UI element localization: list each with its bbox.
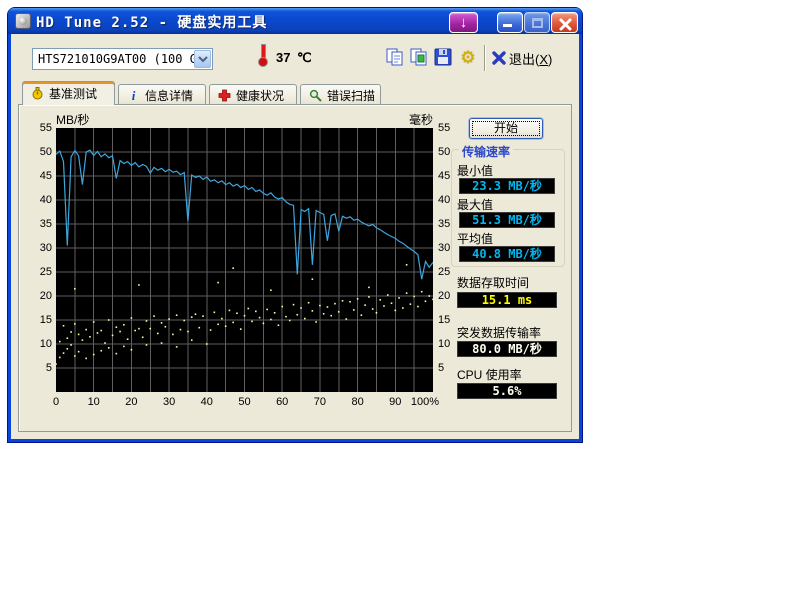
min-value-display: 23.3 MB/秒	[459, 178, 555, 194]
gear-icon: ⚙	[457, 47, 479, 69]
axis-tick-label: 20	[26, 290, 52, 302]
info-icon: i	[127, 89, 140, 102]
axis-tick-label: 45	[26, 170, 52, 182]
burst-rate-label: 突发数据传输率	[457, 324, 541, 341]
axis-tick-label: 40	[26, 194, 52, 206]
benchmark-icon	[31, 87, 44, 100]
benchmark-chart	[56, 128, 433, 392]
download-button[interactable]: ↓	[449, 12, 478, 33]
drive-select[interactable]: HTS721010G9AT00 (100 GB)	[32, 48, 213, 70]
tab-label: 健康状况	[236, 87, 284, 104]
drive-select-value: HTS721010G9AT00 (100 GB)	[38, 52, 211, 66]
temperature-value: 37	[276, 50, 290, 65]
copy-image-button[interactable]	[409, 47, 431, 69]
app-window: HD Tune 2.52 - 硬盘实用工具 ↓ HTS721010G9AT00 …	[8, 8, 582, 442]
error-scan-icon	[309, 89, 322, 102]
save-icon	[433, 47, 453, 67]
exit-button[interactable]: 退出(X)	[492, 48, 552, 68]
tab-label: 错误扫描	[327, 87, 375, 104]
titlebar[interactable]: HD Tune 2.52 - 硬盘实用工具 ↓	[8, 8, 582, 34]
copy-button[interactable]	[385, 47, 407, 69]
minimize-button[interactable]	[497, 12, 523, 33]
avg-value-display: 40.8 MB/秒	[459, 246, 555, 262]
copy-icon	[385, 47, 405, 67]
cpu-usage-display: 5.6%	[457, 383, 557, 399]
axis-tick-label: 20	[125, 396, 137, 408]
axis-tick-label: 35	[26, 218, 52, 230]
axis-tick-label: 70	[314, 396, 326, 408]
tab-info[interactable]: i 信息详情	[118, 84, 206, 105]
minimize-icon	[503, 24, 512, 27]
transfer-rate-group-title: 传输速率	[459, 143, 513, 160]
axis-tick-label: 5	[26, 362, 52, 374]
avg-label: 平均值	[457, 230, 493, 247]
health-icon	[218, 89, 231, 102]
axis-tick-label: 80	[351, 396, 363, 408]
maximize-button[interactable]	[524, 12, 550, 33]
window-title: HD Tune 2.52 - 硬盘实用工具	[36, 12, 267, 32]
axis-tick-label: 50	[26, 146, 52, 158]
tab-label: 信息详情	[145, 87, 193, 104]
axis-tick-label: 30	[26, 242, 52, 254]
close-button[interactable]	[551, 12, 578, 33]
axis-tick-label: 100%	[411, 396, 439, 408]
burst-rate-display: 80.0 MB/秒	[457, 341, 557, 357]
temperature-unit: ℃	[297, 50, 312, 66]
axis-tick-label: 10	[26, 338, 52, 350]
axis-tick-label: 15	[26, 314, 52, 326]
axis-tick-label: 55	[438, 122, 464, 134]
axis-tick-label: 0	[53, 396, 59, 408]
tab-error[interactable]: 错误扫描	[300, 84, 381, 105]
max-value-display: 51.3 MB/秒	[459, 212, 555, 228]
maximize-icon	[532, 18, 543, 28]
axis-tick-label: 30	[163, 396, 175, 408]
right-axis-title: 毫秒	[399, 111, 433, 128]
axis-tick-label: 10	[88, 396, 100, 408]
cpu-usage-label: CPU 使用率	[457, 366, 522, 383]
tab-health[interactable]: 健康状况	[209, 84, 297, 105]
benchmark-tab-page: MB/秒 毫秒 55555050454540403535303025252020…	[18, 104, 572, 432]
max-label: 最大值	[457, 196, 493, 213]
app-icon	[15, 13, 31, 29]
tab-benchmark[interactable]: 基准测试	[22, 81, 115, 105]
save-button[interactable]	[433, 47, 455, 69]
window-body: HTS721010G9AT00 (100 GB) 37 ℃	[8, 34, 582, 442]
toolbar-separator	[484, 45, 486, 71]
chevron-down-icon	[198, 56, 208, 63]
tab-label: 基准测试	[49, 85, 97, 102]
axis-tick-label: 90	[389, 396, 401, 408]
thermometer-icon	[258, 44, 268, 68]
dropdown-arrow-button[interactable]	[194, 50, 211, 68]
min-label: 最小值	[457, 162, 493, 179]
axis-tick-label: 50	[238, 396, 250, 408]
chart-plot-area	[56, 128, 433, 392]
axis-tick-label: 60	[276, 396, 288, 408]
axis-tick-label: 55	[26, 122, 52, 134]
start-button[interactable]: 开始	[469, 118, 543, 139]
copy-image-icon	[409, 47, 429, 67]
exit-label: 退出(X)	[509, 49, 552, 68]
left-axis-title: MB/秒	[56, 111, 89, 128]
down-arrow-icon: ↓	[450, 13, 477, 32]
exit-x-icon	[492, 51, 506, 65]
axis-tick-label: 40	[201, 396, 213, 408]
access-time-label: 数据存取时间	[457, 274, 529, 291]
access-time-display: 15.1 ms	[457, 292, 557, 308]
close-icon	[558, 17, 573, 32]
axis-tick-label: 25	[26, 266, 52, 278]
options-button[interactable]: ⚙	[457, 47, 479, 69]
